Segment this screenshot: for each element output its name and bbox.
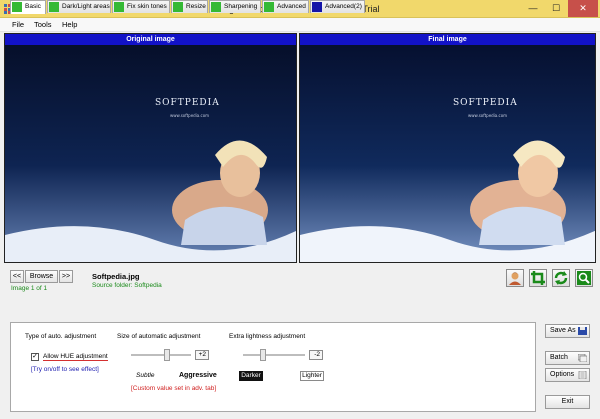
tab-dark-light-areas[interactable]: Dark/Light areas: [47, 0, 111, 13]
menu-help[interactable]: Help: [62, 20, 77, 29]
adjustment-size-slider[interactable]: [131, 349, 191, 361]
close-button[interactable]: ✕: [568, 0, 598, 17]
aggressive-label: Aggressive: [179, 372, 217, 379]
slider-thumb[interactable]: [164, 349, 170, 361]
original-image-label: Original image: [5, 34, 296, 45]
tab-check-icon: [211, 2, 221, 12]
original-image-pane[interactable]: Original image SOFTPEDIA www.softpedia.c…: [4, 33, 297, 263]
minimize-button[interactable]: —: [522, 0, 544, 17]
auto-adjustment-type-heading: Type of auto. adjustment: [25, 333, 97, 340]
final-photo: SOFTPEDIA www.softpedia.com: [300, 45, 595, 262]
tab-check-icon: [114, 2, 124, 12]
menu-file[interactable]: File: [12, 20, 24, 29]
previous-image-button[interactable]: <<: [10, 270, 24, 283]
floppy-disk-icon: [578, 327, 587, 335]
tab-resize[interactable]: Resize: [171, 0, 208, 13]
adjustment-size-heading: Size of automatic adjustment: [117, 333, 201, 340]
tab-check-icon: [264, 2, 274, 12]
custom-value-note: [Custom value set in adv. tab]: [131, 385, 217, 392]
tab-fix-skin-tones[interactable]: Fix skin tones: [112, 0, 170, 13]
zoom-icon[interactable]: [575, 269, 593, 287]
tab-advanced[interactable]: Advanced: [262, 0, 309, 13]
options-button[interactable]: Options: [545, 368, 590, 382]
tab-advanced-2[interactable]: Advanced(2): [310, 0, 365, 13]
watermark-text: SOFTPEDIA: [453, 98, 518, 108]
adjustment-size-value: +2: [195, 350, 209, 360]
source-folder: Source folder: Softpedia: [92, 282, 162, 289]
file-name: Softpedia.jpg: [92, 272, 140, 281]
tab-basic[interactable]: Basic: [10, 0, 46, 14]
final-image-label: Final image: [300, 34, 595, 45]
menu-bar: File Tools Help: [0, 18, 600, 32]
allow-hue-label: Allow HUE adjustment: [43, 353, 108, 361]
image-count: Image 1 of 1: [11, 285, 48, 292]
original-photo: SOFTPEDIA www.softpedia.com: [5, 45, 296, 262]
lightness-slider[interactable]: [243, 349, 305, 361]
watermark-url: www.softpedia.com: [468, 113, 507, 118]
hue-hint: [Try on/off to see effect]: [31, 366, 99, 373]
menu-tools[interactable]: Tools: [34, 20, 52, 29]
save-as-button[interactable]: Save As: [545, 324, 590, 338]
portrait-icon[interactable]: [506, 269, 524, 287]
final-image-pane[interactable]: Final image SOFTPEDIA www.softpedia.com: [299, 33, 596, 263]
next-image-button[interactable]: >>: [59, 270, 73, 283]
crop-icon[interactable]: [529, 269, 547, 287]
lightness-value: -2: [309, 350, 323, 360]
batch-button[interactable]: Batch: [545, 351, 590, 365]
tab-check-icon: [12, 2, 22, 12]
darker-button[interactable]: Darker: [239, 371, 263, 381]
tab-sharpening[interactable]: Sharpening: [209, 0, 261, 13]
options-icon: [578, 371, 587, 379]
watermark-text: SOFTPEDIA: [155, 98, 220, 108]
browse-button[interactable]: Browse: [25, 270, 58, 283]
basic-tab-panel: Type of auto. adjustment ✓ Allow HUE adj…: [10, 322, 536, 412]
allow-hue-checkbox[interactable]: ✓: [31, 353, 39, 361]
subtle-label: Subtle: [136, 372, 155, 379]
rotate-icon[interactable]: [552, 269, 570, 287]
lighter-button[interactable]: Lighter: [300, 371, 324, 381]
tab-check-icon: [312, 2, 322, 12]
watermark-url: www.softpedia.com: [170, 113, 209, 118]
slider-thumb[interactable]: [260, 349, 266, 361]
exit-button[interactable]: Exit: [545, 395, 590, 409]
tab-check-icon: [49, 2, 59, 12]
lightness-heading: Extra lightness adjustment: [229, 333, 306, 340]
maximize-button[interactable]: ☐: [545, 0, 567, 17]
tab-check-icon: [173, 2, 183, 12]
batch-icon: [578, 354, 587, 362]
